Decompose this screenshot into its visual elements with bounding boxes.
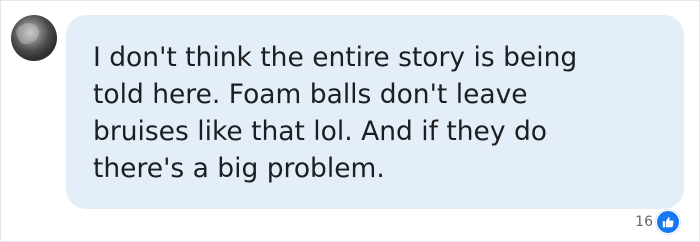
thumbs-up-icon [662, 217, 674, 228]
avatar-photo-detail [13, 19, 43, 47]
comment-bubble: I don't think the entire story is being … [66, 15, 684, 209]
like-icon [656, 210, 680, 234]
avatar[interactable] [11, 15, 57, 61]
reaction-summary[interactable]: 16 [635, 210, 680, 234]
comment-text: I don't think the entire story is being … [93, 42, 578, 184]
reaction-count: 16 [635, 214, 653, 230]
